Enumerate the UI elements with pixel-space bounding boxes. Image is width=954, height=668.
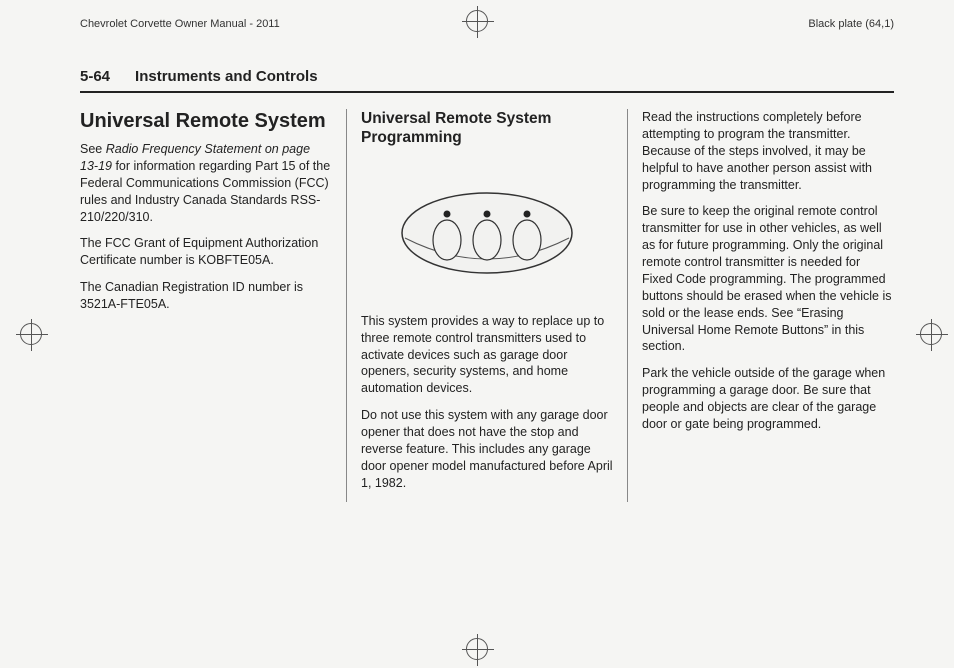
- col3-p2: Be sure to keep the original remote cont…: [642, 203, 894, 355]
- col3-p1: Read the instructions completely before …: [642, 109, 894, 193]
- plate-label: Black plate (64,1): [808, 18, 894, 30]
- col1-p2: The FCC Grant of Equipment Authorization…: [80, 235, 332, 269]
- col3-p3: Park the vehicle outside of the garage w…: [642, 365, 894, 433]
- section-title: Instruments and Controls: [135, 68, 318, 85]
- page-number: 5-64: [80, 68, 110, 85]
- page-header: 5-64 Instruments and Controls: [80, 68, 894, 93]
- crop-mark-left-icon: [20, 323, 42, 345]
- h2-programming: Universal Remote System Programming: [361, 109, 613, 148]
- col2-p1: This system provides a way to replace up…: [361, 313, 613, 397]
- col1-p3: The Canadian Registration ID number is 3…: [80, 279, 332, 313]
- content-columns: Universal Remote System See Radio Freque…: [80, 109, 894, 502]
- remote-illustration-icon: [397, 188, 577, 278]
- h1-universal-remote: Universal Remote System: [80, 109, 332, 133]
- col2-p2: Do not use this system with any garage d…: [361, 407, 613, 491]
- column-1: Universal Remote System See Radio Freque…: [80, 109, 346, 502]
- col1-p1: See Radio Frequency Statement on page 13…: [80, 141, 332, 225]
- column-2: Universal Remote System Programming This…: [346, 109, 627, 502]
- column-3: Read the instructions completely before …: [627, 109, 894, 502]
- crop-mark-top-icon: [466, 10, 488, 32]
- manual-page: Chevrolet Corvette Owner Manual - 2011 B…: [0, 0, 954, 668]
- crop-mark-bottom-icon: [466, 638, 488, 660]
- crop-mark-right-icon: [920, 323, 942, 345]
- manual-title: Chevrolet Corvette Owner Manual - 2011: [80, 18, 280, 30]
